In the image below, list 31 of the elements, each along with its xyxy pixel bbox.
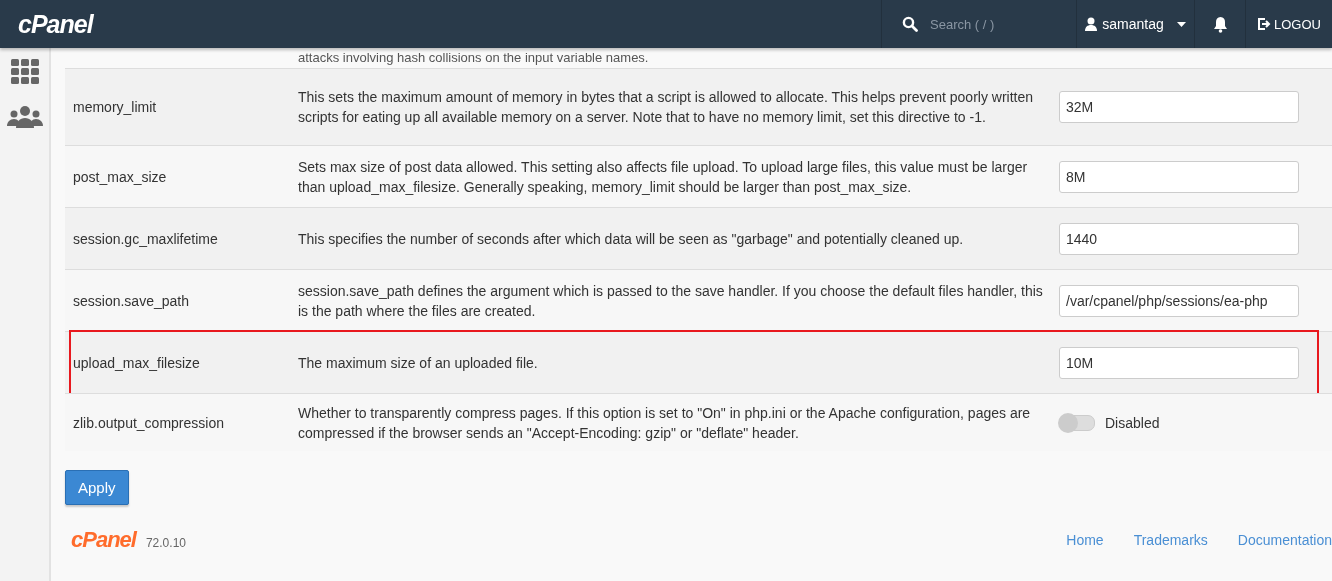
version-text: 72.0.10	[145, 536, 186, 550]
grid-icon[interactable]	[10, 59, 39, 84]
setting-name: memory_limit	[72, 98, 158, 117]
cpanel-logo[interactable]: cPanel	[18, 9, 93, 39]
toggle-switch[interactable]	[1059, 414, 1095, 431]
setting-description: Whether to transparently compress pages. If this option is set to "On" in php.ini or the Apache configuration, pages are compressed if the browser sends an "Accept-Encoding: gzip" or "deflate" header.	[298, 403, 1032, 443]
caret-icon	[1176, 21, 1186, 27]
value-field[interactable]: 8M	[1059, 160, 1299, 193]
apply-button[interactable]: Apply	[65, 470, 129, 505]
setting-name: zlib.output_compression	[72, 413, 225, 433]
search-icon	[902, 16, 918, 32]
setting-description: The maximum size of an uploaded file.	[298, 353, 539, 373]
setting-name: post_max_size	[72, 167, 168, 187]
bell-icon	[1212, 15, 1228, 33]
value-field[interactable]: 32M	[1059, 91, 1299, 123]
setting-name: session.gc_maxlifetime	[72, 229, 219, 249]
logout-icon	[1258, 18, 1271, 30]
toggle-label: Disabled	[1105, 413, 1160, 433]
setting-name: upload_max_filesize	[72, 353, 201, 373]
value-field[interactable]: /var/cpanel/php/sessions/ea-php	[1059, 284, 1299, 317]
user-icon	[1085, 17, 1098, 31]
setting-description: attacks involving hash collisions on the input variable names.	[298, 49, 650, 67]
setting-description: This sets the maximum amount of memory in bytes that a script is allowed to allocate. This helps prevent poorly written scripts for eating up all available memory on a server. Note that to have no memory limit, set this directive to -1.	[298, 88, 1035, 127]
setting-description: This specifies the number of seconds after which data will be seen as "garbage" and potentially cleaned up.	[298, 229, 965, 249]
search-field[interactable]: Search ( / )	[928, 15, 1062, 33]
value-field[interactable]: 10M	[1059, 346, 1299, 379]
users-icon[interactable]	[6, 106, 43, 128]
setting-name: session.save_path	[72, 291, 190, 311]
value-field[interactable]: 1440	[1059, 222, 1299, 255]
setting-description: session.save_path defines the argument which is passed to the save handler. If you choose the default files handler, this is the path where the files are created.	[298, 281, 1043, 321]
setting-description: Sets max size of post data allowed. This setting also affects file upload. To upload large files, this value must be larger than upload_max_filesize. Generally speaking, memory_limit should be larger than post_max_size.	[298, 157, 1029, 197]
